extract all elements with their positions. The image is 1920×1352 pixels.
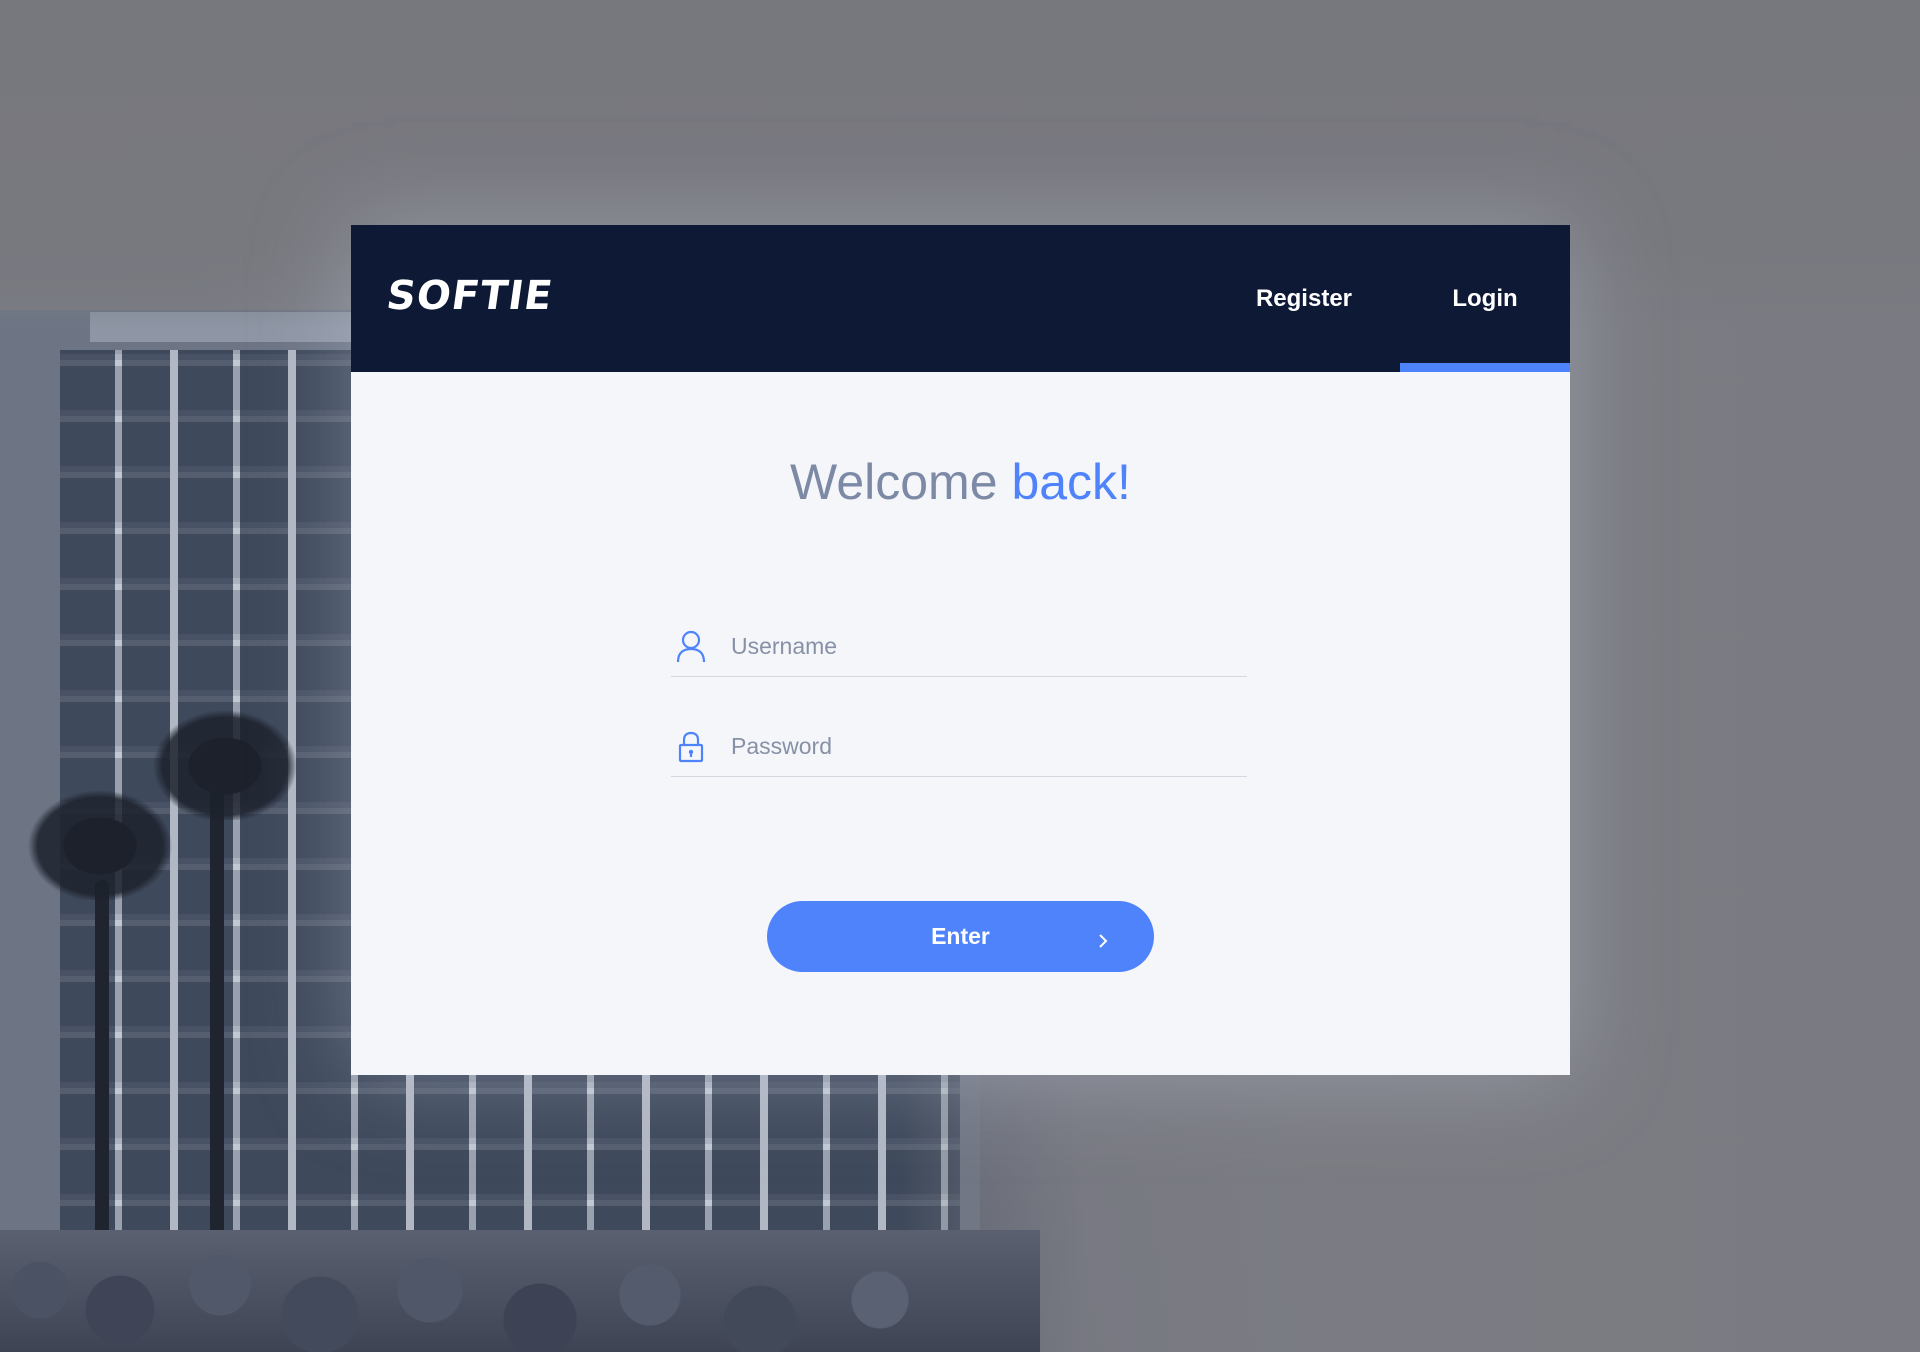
palm-tree-crown — [140, 700, 310, 820]
lock-icon — [676, 730, 706, 764]
welcome-accent-text: back! — [1011, 454, 1131, 510]
enter-button[interactable]: Enter — [767, 901, 1154, 972]
username-input[interactable] — [731, 626, 1231, 666]
login-card: SOFTIE Register Login Welcome back! User… — [351, 225, 1570, 1075]
brand-logo[interactable]: SOFTIE — [384, 273, 556, 319]
username-field — [671, 620, 1247, 677]
password-input[interactable] — [731, 726, 1231, 766]
welcome-heading: Welcome back! — [351, 453, 1570, 511]
password-field — [671, 720, 1247, 777]
welcome-text: Welcome — [790, 454, 998, 510]
tab-register[interactable]: Register — [1219, 225, 1389, 372]
user-icon — [676, 630, 706, 664]
enter-button-label: Enter — [931, 923, 990, 949]
active-tab-indicator — [1400, 363, 1570, 372]
shoreline-rocks — [0, 1230, 1040, 1352]
tab-login[interactable]: Login — [1400, 225, 1570, 372]
top-bar: SOFTIE Register Login — [351, 225, 1570, 372]
chevron-right-icon — [1098, 928, 1108, 948]
